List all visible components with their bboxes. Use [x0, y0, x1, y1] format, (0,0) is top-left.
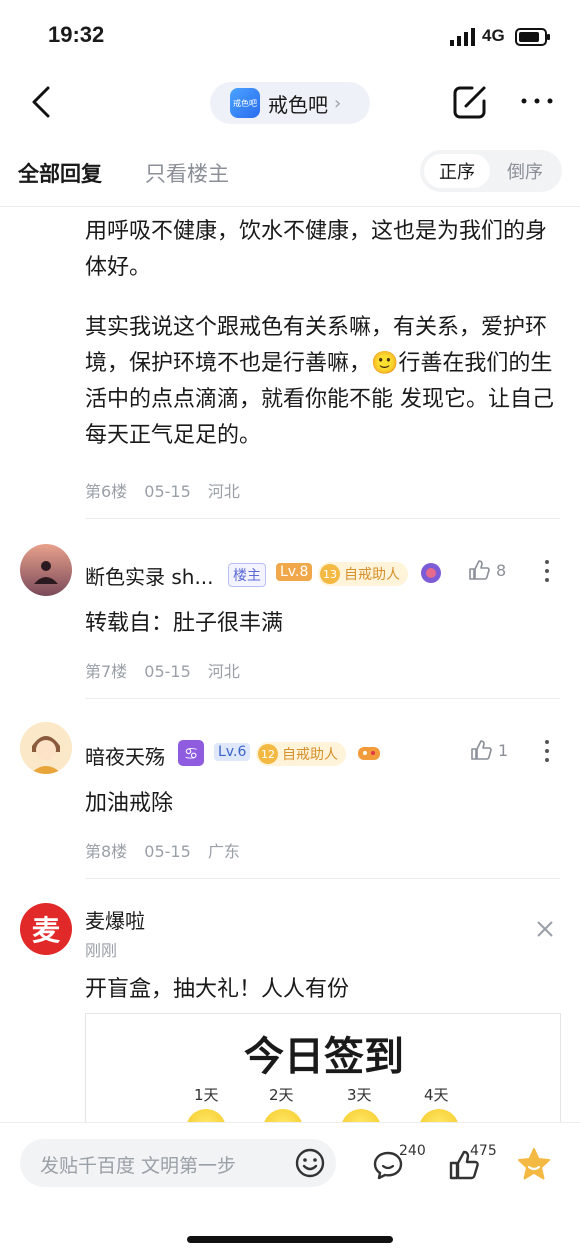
top-nav: 戒色吧 戒色吧 ›: [0, 72, 580, 132]
helper-level: 12: [258, 744, 278, 764]
level-badge: Lv.6: [214, 743, 251, 761]
more-icon[interactable]: [520, 86, 554, 116]
post-date: 05-15: [144, 482, 191, 501]
helper-level: 13: [320, 564, 340, 584]
post-location: 河北: [207, 662, 240, 681]
helper-badge: 13 自戒助人: [318, 562, 408, 586]
reply-input[interactable]: 发贴千百度 文明第一步: [20, 1139, 336, 1187]
like-count: 1: [498, 740, 509, 760]
post-text: 其实我说这个跟戒色有关系嘛，有关系，爱护环境，保护环境不也是行善嘛，🙂行善在我们…: [85, 315, 554, 448]
home-indicator[interactable]: [187, 1236, 393, 1243]
avatar-image: [20, 544, 72, 596]
forum-logo: 戒色吧: [230, 88, 260, 118]
checkin-day: 1天: [194, 1086, 219, 1104]
ad-card[interactable]: 今日签到 1天 2天 3天 4天: [85, 1013, 561, 1133]
forum-name: 戒色吧: [268, 92, 328, 117]
zodiac-icon: ♋: [178, 740, 204, 766]
forum-pill[interactable]: 戒色吧 戒色吧 ›: [210, 82, 370, 124]
reply-tabs: 全部回复 只看楼主 正序 倒序: [0, 148, 580, 198]
ad-card-title: 今日签到: [244, 1034, 404, 1080]
post-meta: 第7楼 05-15 河北: [85, 658, 252, 682]
ad-brand-name[interactable]: 麦爆啦: [85, 905, 145, 934]
like-count: 8: [496, 560, 507, 580]
share-edit-icon[interactable]: [452, 84, 488, 120]
chevron-right-icon: ›: [334, 92, 342, 114]
comment-count: 240: [399, 1143, 426, 1159]
floor-number: 第8楼: [85, 842, 128, 861]
post-text: 加油戒除: [85, 791, 174, 816]
post-date: 05-15: [144, 662, 191, 681]
zodiac-icon: [421, 563, 441, 583]
emoji-icon[interactable]: [294, 1147, 326, 1179]
star-icon[interactable]: [516, 1147, 552, 1181]
close-icon[interactable]: [534, 918, 556, 940]
post-date: 05-15: [144, 842, 191, 861]
avatar[interactable]: [20, 544, 72, 596]
ad-time: 刚刚: [85, 941, 118, 960]
post-meta: 第6楼 05-15 河北: [85, 478, 252, 502]
post-location: 河北: [207, 482, 240, 501]
divider: [85, 698, 560, 699]
level-badge: Lv.8: [276, 563, 313, 581]
tab-all-replies[interactable]: 全部回复: [18, 158, 102, 188]
username[interactable]: 断色实录 sh...: [85, 561, 214, 590]
post-location: 广东: [207, 842, 240, 861]
thumb-up-icon: [469, 560, 490, 580]
more-vertical-icon[interactable]: [542, 559, 552, 583]
ad-text[interactable]: 开盲盒，抽大礼！人人有份: [85, 972, 555, 1008]
status-bar: 19:32 4G: [0, 0, 580, 72]
like-button[interactable]: 8: [468, 559, 506, 581]
divider: [85, 878, 560, 879]
checkin-day: 2天: [269, 1086, 294, 1104]
post-meta: 第8楼 05-15 广东: [85, 838, 252, 862]
avatar[interactable]: [20, 722, 72, 774]
sort-desc-button[interactable]: 倒序: [492, 154, 558, 188]
status-time: 19:32: [48, 22, 105, 47]
thumb-up-icon: [471, 740, 492, 760]
battery-icon: [515, 28, 550, 46]
username[interactable]: 暗夜天殇: [85, 741, 165, 770]
gamepad-icon: [358, 747, 380, 760]
ad-brand-logo[interactable]: 麦: [20, 903, 72, 955]
helper-label: 自戒助人: [344, 567, 400, 583]
back-arrow-icon[interactable]: [28, 84, 58, 120]
more-vertical-icon[interactable]: [542, 739, 552, 763]
reply-placeholder: 发贴千百度 文明第一步: [40, 1155, 237, 1177]
divider: [0, 206, 580, 207]
floor-number: 第6楼: [85, 482, 128, 501]
owner-badge: 楼主: [228, 563, 266, 587]
floor-number: 第7楼: [85, 662, 128, 681]
avatar-image: [20, 722, 72, 774]
divider: [85, 518, 560, 519]
post-text: 用呼吸不健康，饮水不健康，这也是为我们的身体好。: [85, 219, 548, 280]
svg-text:♋: ♋: [184, 744, 198, 763]
network-type: 4G: [482, 26, 505, 45]
helper-label: 自戒助人: [282, 747, 338, 763]
checkin-day: 3天: [347, 1086, 372, 1104]
like-button[interactable]: 1: [470, 739, 508, 761]
post-text: 转载自：肚子很丰满: [85, 611, 284, 636]
tab-owner-only[interactable]: 只看楼主: [145, 158, 229, 188]
signal-icon: [450, 28, 475, 46]
like-count: 475: [470, 1143, 497, 1159]
sort-asc-button[interactable]: 正序: [424, 154, 490, 188]
helper-badge: 12 自戒助人: [256, 742, 346, 766]
sort-toggle: 正序 倒序: [420, 150, 562, 192]
checkin-day: 4天: [424, 1086, 449, 1104]
